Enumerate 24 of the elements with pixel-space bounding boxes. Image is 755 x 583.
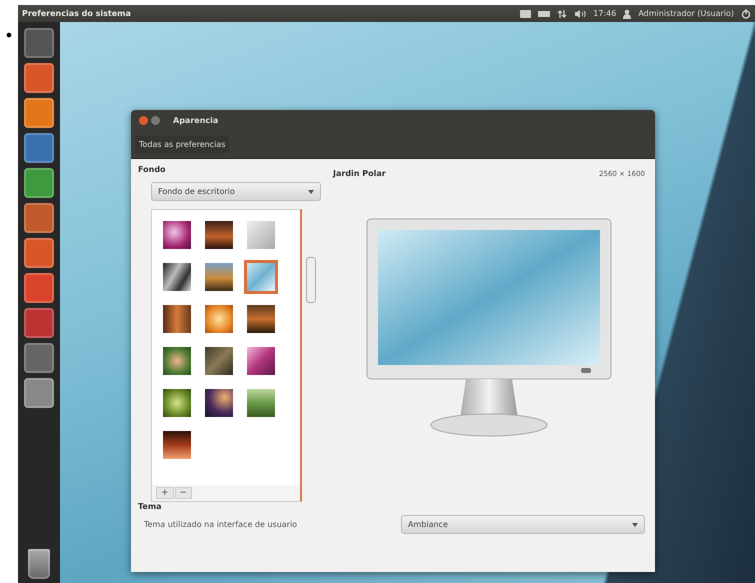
- close-icon[interactable]: [139, 116, 148, 124]
- network-icon[interactable]: [557, 8, 568, 18]
- window-title: Aparencia: [173, 116, 218, 124]
- user-icon[interactable]: [623, 8, 632, 18]
- minimize-icon[interactable]: [151, 116, 160, 124]
- caret-icon: [632, 522, 638, 526]
- clock[interactable]: 17:46: [593, 9, 616, 18]
- scrollbar[interactable]: [306, 257, 316, 303]
- power-icon[interactable]: [741, 8, 751, 18]
- section-heading: Fondo: [138, 165, 166, 174]
- wallpaper-thumbnail[interactable]: [244, 260, 278, 294]
- remove-button[interactable]: −: [174, 487, 192, 499]
- wallpaper-source-dropdown[interactable]: Fondo de escritorio: [151, 182, 321, 201]
- theme-label: Tema utilizado na interface de usuario: [144, 520, 298, 529]
- caret-icon: [308, 190, 314, 194]
- speaker-icon[interactable]: [574, 8, 586, 18]
- section-heading: Tema: [138, 502, 162, 511]
- add-button[interactable]: +: [156, 487, 174, 499]
- all-settings-button[interactable]: Todas as preferencias: [135, 136, 230, 152]
- app-title: Preferencias do sistema: [22, 9, 131, 18]
- user-name[interactable]: Administrador (Usuario): [638, 9, 734, 18]
- list-bullet: •: [3, 25, 15, 47]
- wallpaper-name: Jardin Polar: [333, 169, 386, 178]
- theme-dropdown[interactable]: Ambiance: [401, 515, 645, 534]
